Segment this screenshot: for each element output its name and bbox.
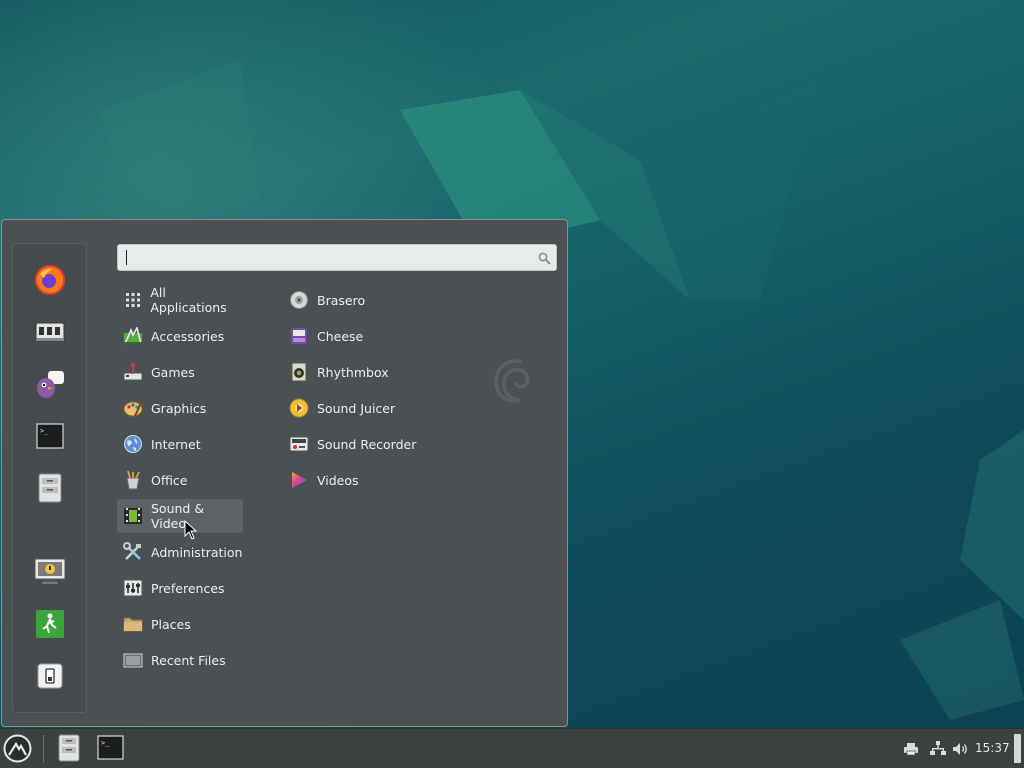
lock-screen-icon[interactable] (34, 556, 66, 588)
cheese-icon (289, 326, 309, 346)
search-icon (538, 250, 551, 269)
app-rhythmbox[interactable]: Rhythmbox (283, 355, 443, 389)
svg-text:>_: >_ (101, 739, 110, 747)
category-recent-files[interactable]: Recent Files (117, 643, 243, 677)
file-manager-icon (58, 734, 80, 762)
sound-juicer-icon (289, 398, 309, 418)
office-icon (123, 470, 143, 490)
category-label: All Applications (150, 285, 227, 315)
accessories-icon (123, 326, 143, 346)
category-label: Office (151, 472, 188, 488)
recent-files-icon (123, 650, 143, 670)
clock[interactable]: 15:37 (975, 741, 1010, 755)
category-label: Administration (151, 544, 243, 560)
app-sound-juicer[interactable]: Sound Juicer (283, 391, 443, 425)
folder-icon (123, 614, 143, 634)
category-label: Accessories (151, 328, 225, 344)
category-label: Recent Files (151, 652, 226, 668)
firefox-icon[interactable] (34, 264, 66, 296)
text-caret (126, 250, 127, 265)
internet-icon (123, 434, 143, 454)
category-internet[interactable]: Internet (117, 427, 243, 461)
games-icon (123, 362, 143, 382)
logout-icon[interactable] (34, 608, 66, 640)
application-menu: >_ All Applications Accessories Games Gr… (1, 219, 568, 727)
cinnamon-logo-icon (3, 734, 32, 763)
preferences-icon (123, 578, 143, 598)
network-icon[interactable] (930, 740, 946, 760)
svg-text:>_: >_ (40, 427, 49, 435)
grid-icon (123, 290, 142, 310)
category-label: Internet (151, 436, 201, 452)
brasero-icon (289, 290, 309, 310)
app-label: Cheese (317, 328, 364, 344)
category-all-applications[interactable]: All Applications (117, 283, 243, 317)
terminal-icon[interactable]: >_ (34, 420, 66, 452)
sound-video-icon (123, 506, 143, 526)
rhythmbox-icon (289, 362, 309, 382)
volume-icon[interactable] (952, 741, 970, 760)
search-box[interactable] (117, 244, 557, 271)
panel-separator (43, 735, 44, 763)
taskbar: >_ 15:37 (0, 728, 1024, 768)
category-graphics[interactable]: Graphics (117, 391, 243, 425)
panel-file-manager-launcher[interactable] (58, 734, 84, 764)
printer-icon[interactable] (903, 741, 919, 760)
pidgin-icon[interactable] (34, 368, 66, 400)
graphics-icon (123, 398, 143, 418)
debian-swirl-icon (494, 359, 530, 403)
app-label: Brasero (317, 292, 366, 308)
category-sound-video[interactable]: Sound & Video (117, 499, 243, 533)
mouse-cursor (184, 520, 198, 540)
category-label: Games (151, 364, 195, 380)
category-preferences[interactable]: Preferences (117, 571, 243, 605)
category-administration[interactable]: Administration (117, 535, 243, 569)
app-label: Sound Recorder (317, 436, 417, 452)
menu-button[interactable] (3, 734, 32, 763)
category-label: Preferences (151, 580, 225, 596)
administration-icon (123, 542, 143, 562)
videos-icon (289, 470, 309, 490)
category-label: Graphics (151, 400, 207, 416)
category-accessories[interactable]: Accessories (117, 319, 243, 353)
file-manager-icon[interactable] (34, 472, 66, 504)
app-label: Sound Juicer (317, 400, 396, 416)
category-games[interactable]: Games (117, 355, 243, 389)
category-office[interactable]: Office (117, 463, 243, 497)
app-sound-recorder[interactable]: Sound Recorder (283, 427, 443, 461)
app-cheese[interactable]: Cheese (283, 319, 443, 353)
software-center-icon[interactable] (34, 316, 66, 348)
category-places[interactable]: Places (117, 607, 243, 641)
show-desktop-button[interactable] (1014, 734, 1021, 763)
panel-terminal-launcher[interactable]: >_ (97, 735, 125, 762)
category-label: Places (151, 616, 191, 632)
app-label: Videos (317, 472, 359, 488)
search-input[interactable] (122, 248, 536, 269)
favorites-sidebar: >_ (12, 243, 87, 713)
sound-recorder-icon (289, 434, 309, 454)
app-videos[interactable]: Videos (283, 463, 443, 497)
app-brasero[interactable]: Brasero (283, 283, 443, 317)
app-label: Rhythmbox (317, 364, 389, 380)
shutdown-icon[interactable] (34, 660, 66, 692)
terminal-icon: >_ (97, 735, 124, 760)
